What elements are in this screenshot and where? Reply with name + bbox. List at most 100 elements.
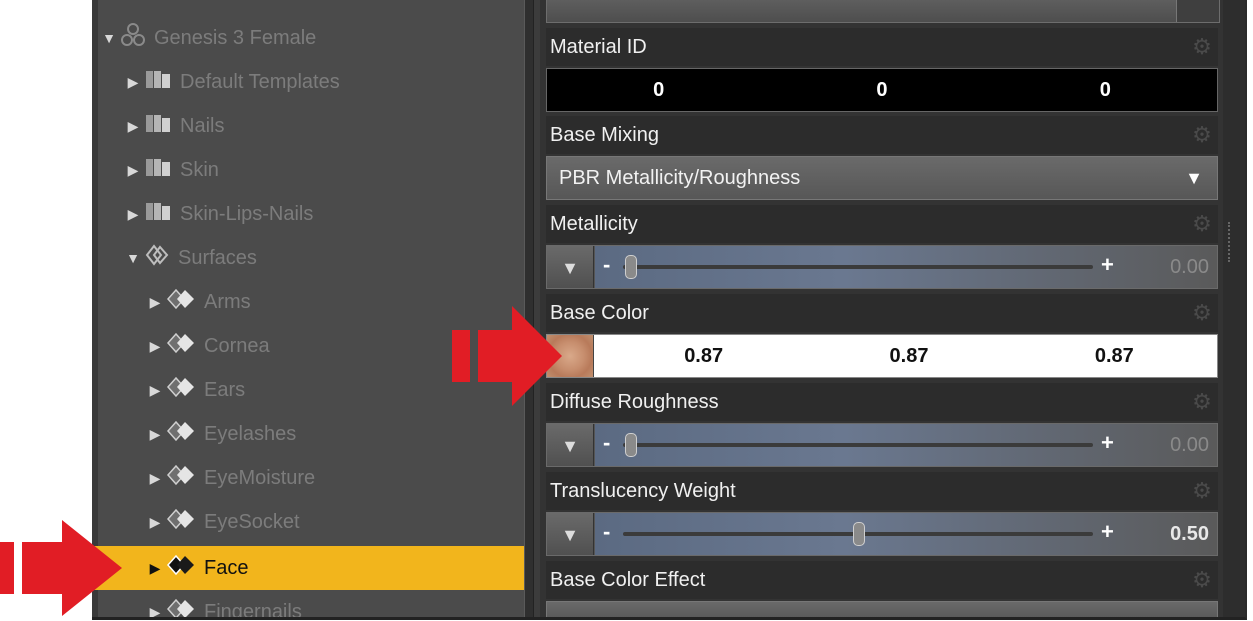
expanded-arrow-icon[interactable]: ▼ (126, 250, 140, 266)
slider-menu-arrow-icon[interactable]: ▼ (547, 246, 594, 288)
figure-icon (120, 23, 146, 53)
decrement-button[interactable]: - (603, 252, 610, 278)
property-base-color-effect: Base Color Effect ⚙ (546, 561, 1218, 617)
tree-label: Arms (204, 290, 251, 313)
gear-icon[interactable]: ⚙ (1192, 480, 1212, 502)
decrement-button[interactable]: - (603, 519, 610, 545)
tree-node-nails[interactable]: ▶ Nails (92, 104, 524, 148)
surfaces-icon (144, 243, 170, 273)
tree-node-surfaces[interactable]: ▼ Surfaces (92, 236, 524, 280)
slider-track[interactable] (623, 265, 1093, 269)
property-material-id: Material ID ⚙ 0 0 0 (546, 28, 1218, 116)
gear-icon[interactable]: ⚙ (1192, 569, 1212, 591)
collapsed-arrow-icon[interactable]: ▶ (148, 514, 162, 531)
increment-button[interactable]: + (1101, 252, 1114, 278)
property-label: Base Color Effect (550, 568, 706, 591)
color-value-r[interactable]: 0.87 (601, 335, 806, 377)
property-label: Metallicity (550, 212, 638, 235)
tree-label: Face (204, 556, 249, 579)
scrollbar-grip[interactable] (1228, 222, 1242, 262)
tree-label: EyeSocket (204, 510, 300, 533)
property-header: Material ID ⚙ (546, 28, 1218, 66)
translucency-weight-slider[interactable]: ▼ - + 0.50 (546, 512, 1218, 556)
tree-label: Eyelashes (204, 422, 297, 445)
expanded-arrow-icon[interactable]: ▼ (102, 30, 116, 46)
property-translucency-weight: Translucency Weight ⚙ ▼ - + 0.50 (546, 472, 1218, 560)
slider-knob[interactable] (625, 433, 637, 457)
tree-node-default-templates[interactable]: ▶ Default Templates (92, 60, 524, 104)
collapsed-arrow-icon[interactable]: ▶ (148, 294, 162, 311)
material-id-value[interactable]: 0 (994, 69, 1217, 111)
surface-icon (166, 597, 196, 617)
surface-icon (166, 419, 196, 449)
increment-button[interactable]: + (1101, 519, 1114, 545)
surfaces-pane: ▼ Genesis 3 Female ▶ Default Templates ▶… (92, 0, 1247, 620)
slider-menu-arrow-icon[interactable]: ▼ (547, 424, 594, 466)
material-id-value[interactable]: 0 (770, 69, 993, 111)
metallicity-slider[interactable]: ▼ - + 0.00 (546, 245, 1218, 289)
tree-node-skin[interactable]: ▶ Skin (92, 148, 524, 192)
property-label: Base Color (550, 301, 649, 324)
collapsed-arrow-icon[interactable]: ▶ (148, 426, 162, 443)
material-id-field[interactable]: 0 0 0 (546, 68, 1218, 112)
collapsed-arrow-icon[interactable]: ▶ (148, 470, 162, 487)
tree-label: Fingernails (204, 600, 302, 618)
property-label: Translucency Weight (550, 479, 736, 502)
tree-node-skin-lips-nails[interactable]: ▶ Skin-Lips-Nails (92, 192, 524, 236)
decrement-button[interactable]: - (603, 430, 610, 456)
tree-node-face[interactable]: ▶ Face (92, 546, 524, 590)
increment-button[interactable]: + (1101, 430, 1114, 456)
gear-icon[interactable]: ⚙ (1192, 124, 1212, 146)
tree-label: Skin-Lips-Nails (180, 202, 314, 225)
collapsed-arrow-icon[interactable]: ▶ (148, 382, 162, 399)
tree-label: Cornea (204, 334, 270, 357)
scrollbar[interactable] (1223, 0, 1245, 617)
tree-node-fingernails[interactable]: ▶ Fingernails (92, 590, 524, 617)
property-header: Translucency Weight ⚙ (546, 472, 1218, 510)
collapsed-arrow-icon[interactable]: ▶ (126, 206, 140, 223)
base-mixing-dropdown[interactable]: PBR Metallicity/Roughness ▼ (546, 156, 1218, 200)
slider-knob[interactable] (853, 522, 865, 546)
color-value-g[interactable]: 0.87 (806, 335, 1011, 377)
property-header: Base Color Effect ⚙ (546, 561, 1218, 599)
slider-area[interactable]: - + 0.00 (595, 246, 1217, 288)
gear-icon[interactable]: ⚙ (1192, 213, 1212, 235)
slider-value[interactable]: 0.00 (1170, 246, 1209, 288)
collapsed-arrow-icon[interactable]: ▶ (126, 118, 140, 135)
gear-icon[interactable]: ⚙ (1192, 391, 1212, 413)
tree-node-eyelashes[interactable]: ▶ Eyelashes (92, 412, 524, 456)
clipped-property-control[interactable] (546, 0, 1220, 23)
slider-value[interactable]: 0.00 (1170, 424, 1209, 466)
color-value-b[interactable]: 0.87 (1012, 335, 1217, 377)
tree-label: EyeMoisture (204, 466, 316, 489)
material-id-value[interactable]: 0 (547, 69, 770, 111)
collapsed-arrow-icon[interactable]: ▶ (126, 74, 140, 91)
slider-area[interactable]: - + 0.00 (595, 424, 1217, 466)
diffuse-roughness-slider[interactable]: ▼ - + 0.00 (546, 423, 1218, 467)
gear-icon[interactable]: ⚙ (1192, 36, 1212, 58)
slider-value[interactable]: 0.50 (1170, 513, 1209, 555)
property-header: Diffuse Roughness ⚙ (546, 383, 1218, 421)
material-group-icon (144, 200, 172, 228)
material-group-icon (144, 68, 172, 96)
tree-node-eyemoisture[interactable]: ▶ EyeMoisture (92, 456, 524, 500)
base-color-effect-dropdown[interactable] (546, 601, 1218, 617)
collapsed-arrow-icon[interactable]: ▶ (148, 604, 162, 618)
dropdown-arrow-icon[interactable]: ▼ (1185, 168, 1203, 189)
tree-label: Surfaces (178, 246, 257, 269)
red-arrow-icon (452, 306, 562, 406)
collapsed-arrow-icon[interactable]: ▶ (126, 162, 140, 179)
surface-icon (166, 287, 196, 317)
slider-knob[interactable] (625, 255, 637, 279)
material-group-icon (144, 156, 172, 184)
base-color-field[interactable]: 0.87 0.87 0.87 (546, 334, 1218, 378)
gear-icon[interactable]: ⚙ (1192, 302, 1212, 324)
tree-node-eyesocket[interactable]: ▶ EyeSocket (92, 500, 524, 544)
collapsed-arrow-icon[interactable]: ▶ (148, 560, 162, 577)
collapsed-arrow-icon[interactable]: ▶ (148, 338, 162, 355)
slider-menu-arrow-icon[interactable]: ▼ (547, 513, 594, 555)
tree-node-genesis-3-female[interactable]: ▼ Genesis 3 Female (92, 16, 524, 60)
surface-icon (166, 375, 196, 405)
slider-area[interactable]: - + 0.50 (595, 513, 1217, 555)
slider-track[interactable] (623, 443, 1093, 447)
